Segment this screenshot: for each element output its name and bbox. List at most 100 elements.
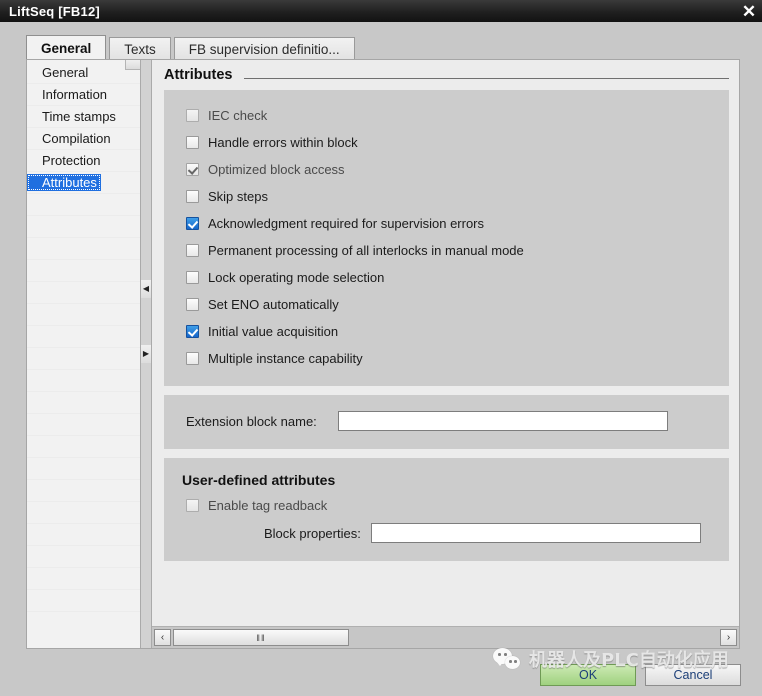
nav-filler-14: [27, 480, 140, 502]
sidebar-item-attributes[interactable]: Attributes: [27, 174, 101, 191]
close-icon[interactable]: ✕: [736, 0, 762, 22]
checkbox-iec-check[interactable]: [186, 109, 199, 122]
checkbox-initial-value-acquisition[interactable]: [186, 325, 199, 338]
user-defined-attributes-section: User-defined attributes Enable tag readb…: [164, 458, 729, 561]
dialog-content: General Information Time stamps Compilat…: [26, 59, 740, 649]
scroll-left-icon[interactable]: ‹: [154, 629, 171, 646]
pane-splitter[interactable]: ◀ ▶: [140, 60, 152, 648]
extension-block-section: Extension block name:: [164, 395, 729, 449]
sidebar-item-protection[interactable]: Protection: [27, 150, 140, 172]
attributes-checkbox-section: IEC check Handle errors within block Opt…: [164, 90, 729, 386]
block-properties-row: Block properties:: [164, 519, 729, 547]
nav-filler-3: [27, 238, 140, 260]
sidebar-item-time-stamps[interactable]: Time stamps: [27, 106, 140, 128]
checkbox-row-initial-value-acquisition[interactable]: Initial value acquisition: [164, 318, 729, 345]
collapse-left-icon[interactable]: ◀: [141, 280, 151, 298]
scrollbar-grip-icon: ‖‖: [256, 632, 266, 643]
dialog-footer: OK Cancel: [0, 664, 762, 688]
sidebar-item-general[interactable]: General: [27, 62, 140, 84]
checkbox-row-iec-check[interactable]: IEC check: [164, 102, 729, 129]
horizontal-scrollbar[interactable]: ‹ ‖‖ ›: [152, 626, 739, 648]
checkbox-set-eno-automatically[interactable]: [186, 298, 199, 311]
checkbox-label-multiple-instance: Multiple instance capability: [208, 351, 363, 366]
scrollbar-thumb[interactable]: ‖‖: [173, 629, 349, 646]
tab-strip: General Texts FB supervision definitio..…: [26, 35, 358, 60]
scroll-right-icon[interactable]: ›: [720, 629, 737, 646]
sidebar-item-information[interactable]: Information: [27, 84, 140, 106]
attributes-page: Attributes IEC check Handle errors withi…: [152, 60, 739, 648]
nav-filler-4: [27, 260, 140, 282]
checkbox-row-optimized-block-access[interactable]: Optimized block access: [164, 156, 729, 183]
nav-filler-13: [27, 458, 140, 480]
cancel-button[interactable]: Cancel: [645, 664, 741, 686]
nav-filler-6: [27, 304, 140, 326]
block-properties-label: Block properties:: [264, 525, 361, 541]
checkbox-label-lock-operating-mode: Lock operating mode selection: [208, 270, 385, 285]
extension-block-row: Extension block name:: [164, 407, 729, 435]
sidebar-item-compilation[interactable]: Compilation: [27, 128, 140, 150]
nav-filler-17: [27, 546, 140, 568]
checkbox-label-iec-check: IEC check: [208, 108, 268, 123]
nav-filler-12: [27, 436, 140, 458]
checkbox-label-initial-value-acquisition: Initial value acquisition: [208, 324, 339, 339]
nav-filler-8: [27, 348, 140, 370]
navigation-pane: General Information Time stamps Compilat…: [27, 60, 140, 648]
checkbox-row-lock-operating-mode[interactable]: Lock operating mode selection: [164, 264, 729, 291]
title-bar: LiftSeq [FB12] ✕: [0, 0, 762, 22]
section-separator-1: [164, 386, 729, 395]
checkbox-row-multiple-instance[interactable]: Multiple instance capability: [164, 345, 729, 372]
nav-filler-2: [27, 216, 140, 238]
nav-filler-7: [27, 326, 140, 348]
checkbox-permanent-processing[interactable]: [186, 244, 199, 257]
user-defined-attributes-title: User-defined attributes: [182, 472, 336, 488]
checkbox-multiple-instance-capability[interactable]: [186, 352, 199, 365]
dialog-window: LiftSeq [FB12] ✕ General Texts FB superv…: [0, 0, 762, 696]
scrollbar-track[interactable]: ‖‖: [173, 628, 718, 647]
checkbox-label-enable-tag-readback: Enable tag readback: [208, 498, 328, 513]
nav-filler-16: [27, 524, 140, 546]
checkbox-label-set-eno: Set ENO automatically: [208, 297, 339, 312]
page-title-rule: [244, 78, 729, 79]
nav-filler-15: [27, 502, 140, 524]
checkbox-row-permanent-processing[interactable]: Permanent processing of all interlocks i…: [164, 237, 729, 264]
block-properties-input[interactable]: [370, 523, 701, 543]
checkbox-label-permanent-processing: Permanent processing of all interlocks i…: [208, 243, 524, 258]
checkbox-row-enable-tag-readback[interactable]: Enable tag readback: [164, 492, 729, 519]
page-scroll-area: IEC check Handle errors within block Opt…: [152, 90, 739, 626]
checkbox-label-skip-steps: Skip steps: [208, 189, 268, 204]
page-title: Attributes: [164, 67, 233, 83]
extension-block-name-input[interactable]: [337, 411, 668, 431]
ok-button[interactable]: OK: [540, 664, 636, 686]
checkbox-label-optimized-block-access: Optimized block access: [208, 162, 345, 177]
checkbox-row-set-eno[interactable]: Set ENO automatically: [164, 291, 729, 318]
checkbox-acknowledgment-required[interactable]: [186, 217, 199, 230]
tab-general[interactable]: General: [26, 35, 107, 60]
page-header: Attributes: [152, 60, 739, 90]
nav-filler-18: [27, 568, 140, 590]
nav-filler-11: [27, 414, 140, 436]
checkbox-row-acknowledgment-required[interactable]: Acknowledgment required for supervision …: [164, 210, 729, 237]
checkbox-enable-tag-readback[interactable]: [186, 499, 199, 512]
sidebar-item-attributes-row: Attributes: [27, 172, 140, 194]
nav-filler-5: [27, 282, 140, 304]
checkbox-label-acknowledgment-required: Acknowledgment required for supervision …: [208, 216, 485, 231]
nav-filler-10: [27, 392, 140, 414]
nav-filler-9: [27, 370, 140, 392]
checkbox-handle-errors-within-block[interactable]: [186, 136, 199, 149]
window-body: General Texts FB supervision definitio..…: [0, 22, 762, 696]
tab-fb-supervision[interactable]: FB supervision definitio...: [173, 37, 355, 60]
nav-filler-19: [27, 590, 140, 612]
nav-scroll-stub[interactable]: [125, 60, 140, 70]
tab-texts[interactable]: Texts: [109, 37, 171, 60]
nav-filler-1: [27, 194, 140, 216]
checkbox-skip-steps[interactable]: [186, 190, 199, 203]
checkbox-lock-operating-mode-selection[interactable]: [186, 271, 199, 284]
checkbox-row-skip-steps[interactable]: Skip steps: [164, 183, 729, 210]
checkbox-optimized-block-access[interactable]: [186, 163, 199, 176]
checkbox-row-handle-errors[interactable]: Handle errors within block: [164, 129, 729, 156]
checkbox-label-handle-errors: Handle errors within block: [208, 135, 358, 150]
expand-right-icon[interactable]: ▶: [141, 345, 151, 363]
section-separator-2: [164, 449, 729, 458]
window-title: LiftSeq [FB12]: [9, 3, 100, 19]
extension-block-name-label: Extension block name:: [186, 413, 317, 429]
